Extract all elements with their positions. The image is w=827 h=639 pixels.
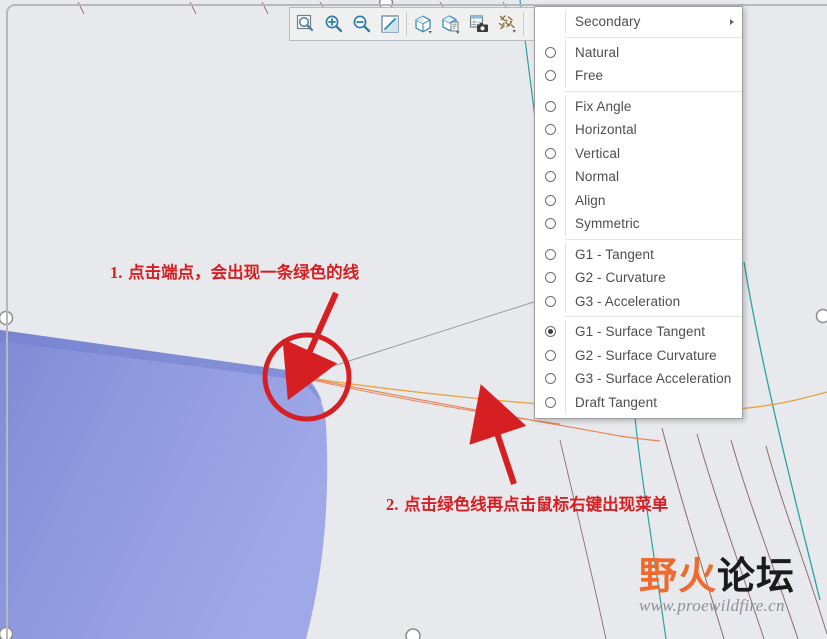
datum-curves-brown xyxy=(559,427,827,639)
menu-radio-column xyxy=(535,289,566,313)
menu-separator xyxy=(565,316,742,317)
menu-item-label: Draft Tangent xyxy=(575,394,658,410)
menu-item-label: Secondary xyxy=(575,14,641,29)
menu-radio-column xyxy=(535,266,566,290)
radio-button-draft-tangent[interactable] xyxy=(544,396,556,408)
annotation-step-2: 2. 点击绿色线再点击鼠标右键出现菜单 xyxy=(386,491,668,515)
radio-button-g1-tangent[interactable] xyxy=(544,248,556,260)
menu-radio-column xyxy=(535,40,566,64)
annotation-step-2-text: 点击绿色线再点击鼠标右键出现菜单 xyxy=(404,495,669,514)
view-toolbar[interactable] xyxy=(289,7,557,41)
refit-view-icon[interactable] xyxy=(376,10,404,38)
menu-item-label: Vertical xyxy=(575,145,621,161)
menu-item-label: G1 - Surface Tangent xyxy=(575,324,706,339)
menu-item-label: Normal xyxy=(575,169,620,184)
radio-button-g1-surface-tangent[interactable] xyxy=(544,326,556,338)
shaded-surface[interactable] xyxy=(0,330,328,639)
menu-item-natural[interactable]: Natural xyxy=(535,40,742,64)
menu-item-g1-surface-tangent[interactable]: G1 - Surface Tangent xyxy=(535,320,742,344)
annotation-arrow-2 xyxy=(469,384,527,485)
menu-item-label: G3 - Surface Acceleration xyxy=(575,371,732,386)
radio-button-free[interactable] xyxy=(544,70,556,82)
menu-item-label: Horizontal xyxy=(575,122,637,137)
menu-item-horizontal[interactable]: Horizontal xyxy=(535,118,742,142)
chevron-right-icon xyxy=(730,18,734,25)
menu-radio-column xyxy=(535,64,566,88)
menu-item-label: Natural xyxy=(575,44,620,60)
menu-separator xyxy=(565,36,742,38)
menu-item-g3-surface-accel[interactable]: G3 - Surface Acceleration xyxy=(535,367,742,391)
radio-button-g2-surface-curvature[interactable] xyxy=(544,349,556,361)
view-capture-icon[interactable] xyxy=(465,10,493,38)
menu-item-g2-surface-curvature[interactable]: G2 - Surface Curvature xyxy=(535,343,742,367)
menu-item-g2-curvature[interactable]: G2 - Curvature xyxy=(535,266,742,290)
radio-button-align[interactable] xyxy=(544,194,556,206)
menu-radio-column xyxy=(535,141,566,165)
reference-line-grey xyxy=(301,299,541,377)
menu-radio-column xyxy=(535,367,566,391)
application-window: Secondary Natural Free Fix Angle Horizontal V… xyxy=(0,0,827,639)
menu-radio-column xyxy=(535,188,566,212)
menu-radio-column xyxy=(535,390,566,414)
menu-radio-column xyxy=(535,320,566,344)
radio-button-g3-acceleration[interactable] xyxy=(544,295,556,307)
constraint-context-menu[interactable]: Secondary Natural Free Fix Angle Horizontal V… xyxy=(534,6,743,419)
menu-radio-column xyxy=(535,118,566,142)
zoom-out-icon[interactable] xyxy=(348,10,376,38)
menu-item-g1-tangent[interactable]: G1 - Tangent xyxy=(535,242,742,266)
menu-item-label: G2 - Surface Curvature xyxy=(575,347,717,363)
menu-item-label: Fix Angle xyxy=(575,98,632,114)
menu-item-normal[interactable]: Normal xyxy=(535,165,742,189)
saved-views-icon[interactable] xyxy=(437,10,465,38)
menu-item-g3-acceleration[interactable]: G3 - Acceleration xyxy=(535,289,742,313)
menu-item-symmetric[interactable]: Symmetric xyxy=(535,212,742,236)
radio-button-natural[interactable] xyxy=(544,46,556,58)
menu-separator xyxy=(565,238,742,240)
menu-item-free[interactable]: Free xyxy=(535,64,742,88)
menu-item-secondary[interactable]: Secondary xyxy=(535,10,742,34)
menu-item-label: Align xyxy=(575,192,606,208)
annotation-step-2-number: 2. xyxy=(386,495,399,514)
menu-radio-column xyxy=(535,212,566,236)
menu-radio-column xyxy=(535,165,566,189)
menu-item-label: Symmetric xyxy=(575,216,640,231)
datum-display-icon[interactable] xyxy=(493,10,521,38)
annotation-step-1: 1. 点击端点，会出现一条绿色的线 xyxy=(110,259,359,283)
radio-button-symmetric[interactable] xyxy=(544,218,556,230)
zoom-in-icon[interactable] xyxy=(320,10,348,38)
menu-separator xyxy=(565,90,742,92)
display-style-icon[interactable] xyxy=(409,10,437,38)
menu-item-label: G1 - Tangent xyxy=(575,246,655,262)
radio-button-g3-surface-accel[interactable] xyxy=(544,373,556,385)
menu-item-align[interactable]: Align xyxy=(535,188,742,212)
radio-button-g2-curvature[interactable] xyxy=(544,272,556,284)
radio-button-vertical[interactable] xyxy=(544,147,556,159)
annotation-arrow-1 xyxy=(282,291,339,401)
toolbar-separator xyxy=(406,12,407,36)
menu-item-draft-tangent[interactable]: Draft Tangent xyxy=(535,390,742,414)
menu-item-vertical[interactable]: Vertical xyxy=(535,141,742,165)
toolbar-separator-end xyxy=(523,12,524,36)
zoom-area-icon[interactable] xyxy=(292,10,320,38)
annotation-step-1-text: 点击端点，会出现一条绿色的线 xyxy=(128,263,360,282)
menu-radio-column xyxy=(535,343,566,367)
annotation-step-1-number: 1. xyxy=(110,263,123,282)
menu-item-label: G3 - Acceleration xyxy=(575,293,681,309)
menu-item-label: G2 - Curvature xyxy=(575,270,666,285)
radio-button-horizontal[interactable] xyxy=(544,124,556,136)
menu-radio-column xyxy=(535,94,566,118)
menu-item-fix-angle[interactable]: Fix Angle xyxy=(535,94,742,118)
radio-button-normal[interactable] xyxy=(544,171,556,183)
menu-radio-column xyxy=(535,10,566,34)
menu-radio-column xyxy=(535,242,566,266)
radio-button-fix-angle[interactable] xyxy=(544,100,556,112)
menu-item-label: Free xyxy=(575,68,604,83)
